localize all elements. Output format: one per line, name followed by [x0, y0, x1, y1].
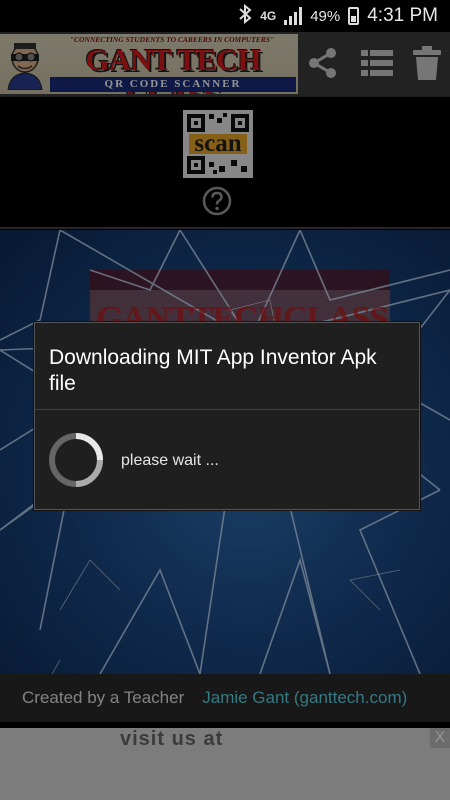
bluetooth-icon — [238, 3, 252, 29]
dialog-message: please wait ... — [121, 452, 219, 469]
network-type-label: 4G — [260, 9, 277, 23]
dialog-title: Downloading MIT App Inventor Apk file — [49, 346, 377, 395]
status-bar: 4G 49% 4:31 PM — [0, 0, 450, 32]
clock: 4:31 PM — [367, 5, 438, 26]
battery-percent: 49% — [310, 7, 341, 25]
loading-spinner-icon — [49, 433, 103, 487]
dialog-divider — [35, 409, 419, 410]
signal-icon — [284, 7, 303, 25]
battery-icon — [348, 7, 360, 25]
download-progress-dialog: Downloading MIT App Inventor Apk file pl… — [34, 322, 420, 510]
